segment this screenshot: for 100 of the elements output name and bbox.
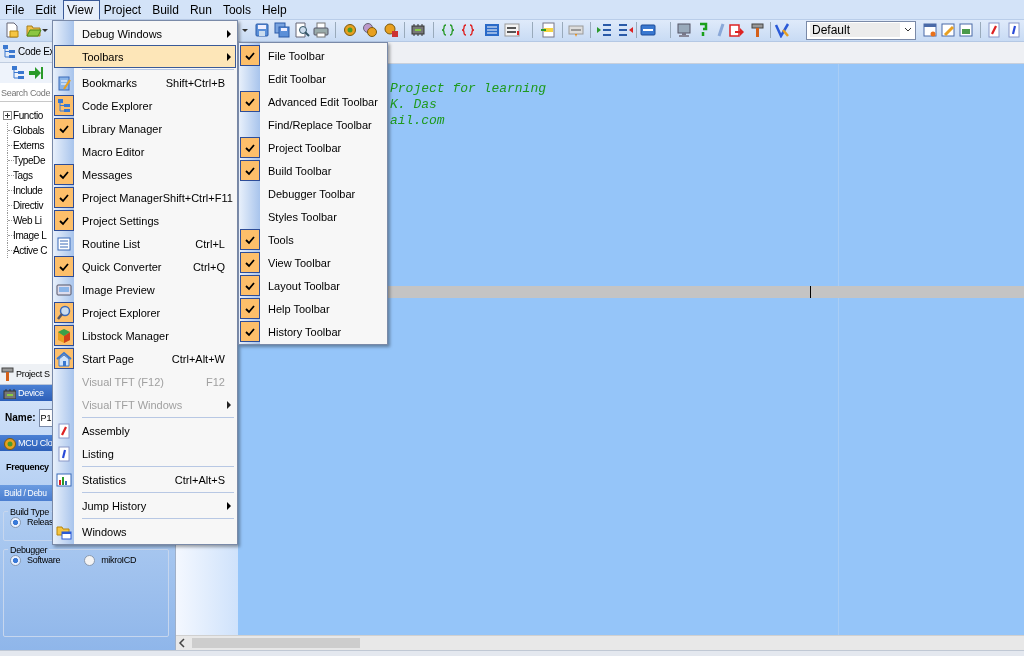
menu-item[interactable]: Advanced Edit Toolbar [240,90,386,113]
menu-item[interactable]: Run [185,0,219,20]
tree-item[interactable]: Functio [13,109,43,121]
menu-item[interactable]: Help [257,0,294,20]
menu-item[interactable]: View Toolbar [240,251,386,274]
menu-item[interactable]: Routine List Ctrl+L [54,232,236,255]
field-label: Name: [5,412,36,424]
menu-item[interactable]: Debug Windows [54,22,236,45]
tree-item[interactable]: Directiv [13,199,44,211]
menu-item[interactable]: Build Toolbar [240,159,386,182]
outdent-icon[interactable] [618,22,634,39]
radio-button[interactable] [84,554,96,566]
tree-item[interactable]: Externs [13,139,45,151]
menu-item[interactable]: Edit [31,0,64,20]
chip-icon [2,386,16,399]
group-title: Debugger [9,544,49,555]
submenu-arrow-icon [227,52,231,61]
radio-button[interactable] [10,554,21,566]
radio-label[interactable]: Software [27,555,61,566]
menu-item[interactable]: Library Manager [54,117,236,140]
expand-icon[interactable] [3,110,12,120]
menu-item[interactable]: Find/Replace Toolbar [240,113,386,136]
menu-item[interactable]: File [1,0,32,20]
menu-item[interactable]: Jump History [54,494,236,517]
menu-item[interactable]: Libstock Manager [54,324,236,347]
split-icon[interactable] [774,22,790,39]
hammer-icon [0,365,16,382]
menu-item[interactable]: Tools [240,228,386,251]
monitor-icon[interactable] [676,22,692,39]
tree-item[interactable]: Active C [13,244,48,256]
menu-item[interactable]: View [63,0,100,20]
scrollbar-thumb[interactable] [192,637,360,648]
menu-item[interactable]: Image Preview [54,278,236,301]
tile-icon[interactable] [484,22,500,39]
submenu-arrow-icon [227,400,231,409]
code-line: ail.com [390,112,445,129]
text-cursor [810,285,811,298]
window-icon[interactable] [940,22,956,39]
arrow-icon[interactable] [28,64,44,81]
code-line: K. Das [390,96,437,113]
scroll-left-icon[interactable] [176,636,188,649]
save-icon[interactable] [254,22,270,39]
field-label: Frequency [6,460,49,474]
print-preview-icon[interactable] [294,22,310,39]
menu-item[interactable]: Messages [54,163,236,186]
menu-item[interactable]: Quick Converter Ctrl+Q [54,255,236,278]
save-all-icon[interactable] [274,22,290,39]
menu-item[interactable]: Bookmarks Shift+Ctrl+B [54,71,236,94]
window-icon[interactable] [958,22,974,39]
code-line: Project for learning [390,80,547,97]
printer-icon[interactable] [313,22,329,39]
menu-item[interactable]: Styles Toolbar [240,205,386,228]
tree-icon [1,43,17,60]
insert-icon[interactable] [540,22,556,39]
menu-item[interactable]: Layout Toolbar [240,274,386,297]
menu-item[interactable]: Edit Toolbar [240,67,386,90]
submenu-arrow-icon [227,29,231,38]
tree-item[interactable]: Tags [13,169,33,181]
menu-item[interactable]: Project [99,0,149,20]
menu-item[interactable]: Project ManagerShift+Ctrl+F11 [54,186,236,209]
submenu-arrow-icon [227,501,231,510]
menu-item[interactable]: Windows [54,520,236,543]
menu-item[interactable]: Project Toolbar [240,136,386,159]
menu-item[interactable]: Assembly [54,419,236,442]
menu-item[interactable]: Listing [54,442,236,465]
tree-icon[interactable] [10,64,26,81]
braces-icon[interactable] [460,22,476,39]
tree-item[interactable]: Globals [13,124,45,136]
window-icon[interactable] [922,22,938,39]
menu-item[interactable]: Debugger Toolbar [240,182,386,205]
tree-item[interactable]: Include [13,184,43,196]
label-icon[interactable] [568,22,584,39]
tile-icon[interactable] [504,22,520,39]
menu-item[interactable]: Project Settings [54,209,236,232]
document-icon[interactable] [1006,22,1022,39]
menu-item[interactable]: Start Page Ctrl+Alt+W [54,347,236,370]
radio-button[interactable] [10,516,21,528]
menu-item[interactable]: Help Toolbar [240,297,386,320]
group-title: Build Type [9,506,50,517]
tree-item[interactable]: Web Li [13,214,42,226]
export-icon[interactable] [729,22,745,39]
menu-item[interactable]: Build [148,0,186,20]
tree-item[interactable]: TypeDe [13,154,46,166]
chip-icon[interactable] [410,22,426,39]
menu-item[interactable]: Tools [218,0,258,20]
hammer-icon[interactable] [750,22,766,39]
tree-item[interactable]: Image L [13,229,47,241]
new-file-icon[interactable] [4,22,20,39]
menu-item[interactable]: Toolbars [54,45,236,68]
indent-icon[interactable] [596,22,612,39]
menu-item[interactable]: Statistics Ctrl+Alt+S [54,468,236,491]
menu-item[interactable]: Project Explorer [54,301,236,324]
menu-item[interactable]: History Toolbar [240,320,386,343]
tile-icon[interactable] [640,22,656,39]
document-icon[interactable] [986,22,1002,39]
style-combo[interactable]: Default [806,20,916,40]
radio-label[interactable]: mikroICD [101,555,137,566]
menu-item[interactable]: Code Explorer [54,94,236,117]
braces-icon[interactable] [440,22,456,39]
menu-item[interactable]: Macro Editor [54,140,236,163]
